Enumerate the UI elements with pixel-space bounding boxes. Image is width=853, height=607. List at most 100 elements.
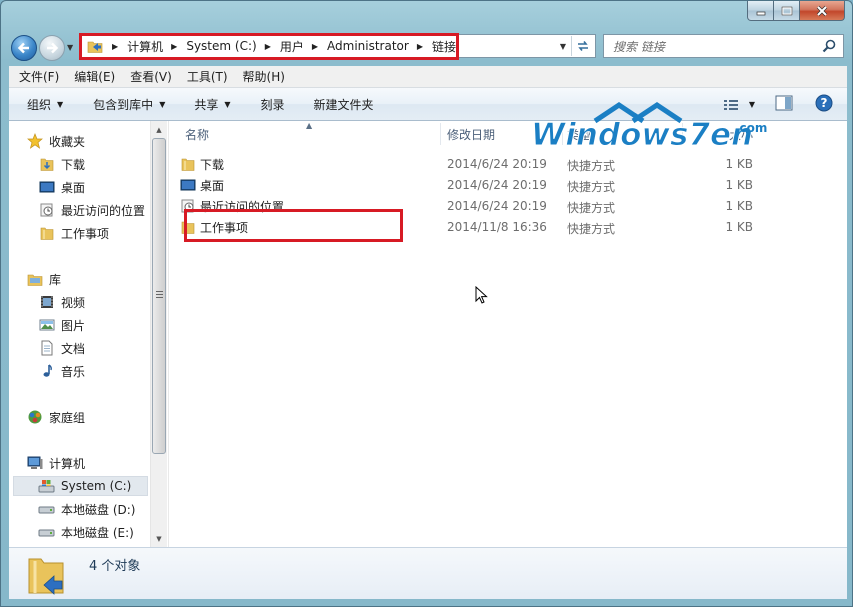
nav-item-downloads[interactable]: 下载: [38, 154, 149, 174]
forward-button[interactable]: [39, 35, 65, 61]
new-folder-button[interactable]: 新建文件夹: [314, 96, 374, 113]
library-icon: [26, 270, 44, 288]
menu-file[interactable]: 文件(F): [14, 68, 64, 85]
nav-item-documents[interactable]: 文档: [38, 338, 149, 358]
back-button[interactable]: [11, 35, 37, 61]
star-icon: [26, 132, 44, 150]
sort-ascending-icon: ▲: [306, 121, 313, 130]
close-button[interactable]: [800, 1, 845, 21]
breadcrumb-separator[interactable]: ▶: [312, 42, 318, 51]
column-size-label: 大小: [729, 127, 754, 142]
nav-item-videos[interactable]: 视频: [38, 292, 149, 312]
video-icon: [38, 293, 56, 311]
nav-item-music-label: 音乐: [61, 364, 86, 379]
navigation-pane-scrollbar[interactable]: ▲ ▼: [150, 121, 167, 547]
mouse-cursor-icon: [475, 286, 488, 304]
nav-homegroup-label: 家庭组: [49, 410, 86, 425]
column-name-label: 名称: [185, 127, 210, 142]
breadcrumb-users[interactable]: 用户: [280, 38, 304, 55]
file-size: 1 KB: [725, 178, 753, 192]
search-box[interactable]: 搜索 链接: [603, 34, 844, 58]
menu-help[interactable]: 帮助(H): [238, 68, 290, 85]
folder-icon: [179, 155, 197, 173]
details-pane: 4 个对象: [9, 547, 847, 599]
include-in-library-button[interactable]: 包含到库中 ▼: [93, 96, 165, 113]
homegroup-icon: [26, 408, 44, 426]
share-button[interactable]: 共享 ▼: [194, 96, 230, 113]
breadcrumb-separator[interactable]: ▶: [112, 42, 118, 51]
refresh-button[interactable]: [571, 36, 593, 56]
breadcrumb-system-c[interactable]: System (C:): [186, 39, 256, 53]
breadcrumb-computer[interactable]: 计算机: [127, 38, 163, 55]
menu-edit[interactable]: 编辑(E): [69, 68, 120, 85]
scrollbar-thumb[interactable]: [152, 138, 166, 454]
desktop-icon: [38, 178, 56, 196]
menu-tools[interactable]: 工具(T): [182, 68, 233, 85]
nav-item-videos-label: 视频: [61, 295, 86, 310]
preview-pane-button[interactable]: [775, 95, 793, 114]
column-header-type[interactable]: 类型: [567, 121, 591, 147]
help-button[interactable]: ?: [815, 94, 833, 115]
nav-item-system-c-label: System (C:): [61, 479, 132, 493]
new-folder-label: 新建文件夹: [313, 97, 374, 112]
recent-pages-dropdown[interactable]: ▼: [67, 43, 73, 52]
nav-item-drive-d-label: 本地磁盘 (D:): [61, 502, 136, 517]
file-name: 最近访问的位置: [200, 199, 285, 214]
column-divider[interactable]: [440, 123, 441, 145]
address-bar[interactable]: ▶ 计算机 ▶ System (C:) ▶ 用户 ▶ Administrator…: [80, 34, 596, 58]
search-icon[interactable]: [820, 37, 838, 55]
file-row[interactable]: 最近访问的位置 2014/6/24 20:19 快捷方式 1 KB: [179, 196, 799, 216]
breadcrumb-separator[interactable]: ▶: [171, 42, 177, 51]
breadcrumb-separator[interactable]: ▶: [417, 42, 423, 51]
breadcrumb-links[interactable]: 链接: [432, 38, 456, 55]
file-row[interactable]: 桌面 2014/6/24 20:19 快捷方式 1 KB: [179, 175, 799, 195]
nav-item-drive-e[interactable]: 本地磁盘 (E:): [38, 522, 149, 542]
menu-view[interactable]: 查看(V): [125, 68, 177, 85]
nav-item-desktop[interactable]: 桌面: [38, 177, 149, 197]
item-count: 4 个对象: [89, 559, 141, 574]
column-header-size[interactable]: 大小: [729, 121, 753, 147]
nav-item-work-items-label: 工作事项: [61, 226, 110, 241]
hard-drive-icon: [38, 500, 56, 518]
address-history-dropdown[interactable]: ▼: [560, 42, 566, 51]
change-view-button[interactable]: ▼: [723, 98, 755, 112]
column-type-label: 类型: [567, 127, 592, 142]
help-icon: ?: [815, 94, 833, 112]
system-drive-icon: [38, 477, 56, 495]
column-header-name[interactable]: 名称: [185, 121, 209, 147]
minimize-button[interactable]: [747, 1, 774, 21]
nav-computer[interactable]: 计算机: [26, 453, 149, 473]
command-bar: 组织 ▼ 包含到库中 ▼ 共享 ▼ 刻录 新建文件夹 ▼ ?: [9, 88, 847, 121]
column-divider[interactable]: [562, 123, 563, 145]
scroll-down-icon[interactable]: ▼: [151, 530, 167, 547]
column-divider[interactable]: [682, 123, 683, 145]
search-input[interactable]: 搜索 链接: [613, 38, 820, 55]
scroll-up-icon[interactable]: ▲: [151, 121, 167, 138]
view-details-icon: [723, 99, 738, 110]
links-folder-icon: [86, 37, 104, 55]
file-type: 快捷方式: [567, 222, 616, 236]
burn-button[interactable]: 刻录: [261, 96, 285, 113]
nav-libraries[interactable]: 库: [26, 269, 149, 289]
nav-item-work-items[interactable]: 工作事项: [38, 223, 149, 243]
nav-item-system-c[interactable]: System (C:): [13, 476, 148, 496]
folder-icon: [179, 218, 197, 236]
breadcrumb-separator[interactable]: ▶: [265, 42, 271, 51]
nav-item-music[interactable]: 音乐: [38, 361, 149, 381]
nav-favorites[interactable]: 收藏夹: [26, 131, 149, 151]
nav-homegroup[interactable]: 家庭组: [26, 407, 149, 427]
organize-button[interactable]: 组织 ▼: [27, 96, 63, 113]
column-header-date[interactable]: 修改日期: [447, 121, 495, 147]
breadcrumb-administrator[interactable]: Administrator: [327, 39, 409, 53]
file-name: 桌面: [200, 178, 225, 193]
chevron-down-icon: ▼: [159, 99, 166, 109]
file-row[interactable]: 下载 2014/6/24 20:19 快捷方式 1 KB: [179, 154, 799, 174]
column-date-label: 修改日期: [447, 127, 496, 142]
file-row[interactable]: 工作事项 2014/11/8 16:36 快捷方式 1 KB: [179, 217, 799, 237]
nav-item-recent-places[interactable]: 最近访问的位置: [38, 200, 149, 220]
nav-item-drive-d[interactable]: 本地磁盘 (D:): [38, 499, 149, 519]
nav-item-pictures[interactable]: 图片: [38, 315, 149, 335]
recent-places-icon: [38, 201, 56, 219]
file-name: 下载: [200, 157, 225, 172]
maximize-button[interactable]: [774, 1, 800, 21]
